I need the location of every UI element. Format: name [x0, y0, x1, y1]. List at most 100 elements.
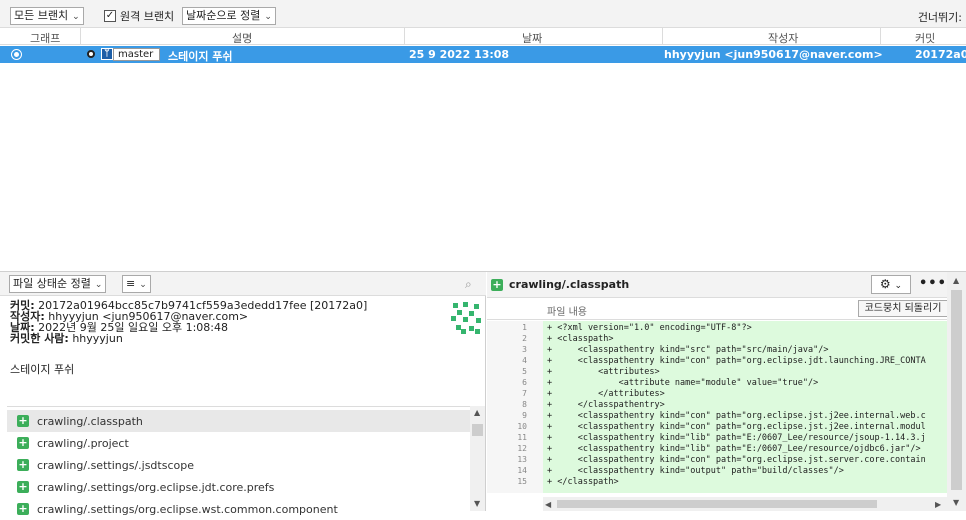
- scroll-up-icon[interactable]: ▲: [474, 408, 480, 417]
- diff-line[interactable]: + <classpathentry kind="lib" path="E:/06…: [547, 433, 926, 443]
- column-commit[interactable]: 커밋: [915, 30, 935, 46]
- diff-line[interactable]: + <classpathentry kind="con" path="org.e…: [547, 455, 926, 465]
- commit-full-message: 스테이지 푸쉬: [10, 363, 75, 376]
- file-added-icon: +: [491, 278, 503, 291]
- chevron-down-icon: ⌄: [894, 281, 903, 291]
- file-list-scrollbar[interactable]: ▲ ▼: [470, 406, 485, 511]
- gear-icon: ⚙: [879, 277, 891, 291]
- diff-header: + crawling/.classpath ⚙ ⌄ •••: [487, 272, 966, 298]
- diff-line[interactable]: + </classpath>: [547, 477, 619, 487]
- graph-node-icon: [87, 50, 95, 58]
- file-row[interactable]: + crawling/.project: [7, 432, 470, 454]
- column-date[interactable]: 날짜: [522, 30, 542, 46]
- chevron-down-icon: ⌄: [94, 280, 103, 290]
- commit-author: hhyyyjun <jun950617@naver.com>: [664, 48, 883, 61]
- line-number: 4: [522, 356, 527, 365]
- file-added-icon: +: [17, 436, 29, 449]
- file-path: crawling/.project: [37, 436, 129, 450]
- search-icon[interactable]: ⌕: [465, 277, 472, 292]
- file-added-icon: +: [17, 480, 29, 493]
- diff-line[interactable]: + <classpathentry kind="con" path="org.e…: [547, 411, 926, 421]
- scroll-left-icon[interactable]: ◀: [545, 500, 551, 509]
- column-author[interactable]: 작성자: [768, 30, 798, 46]
- branches-dropdown[interactable]: 모든 브랜치 ⌄: [10, 7, 84, 25]
- commit-hash: 20172a0: [915, 48, 966, 61]
- branches-dropdown-label: 모든 브랜치: [14, 9, 69, 22]
- diff-line[interactable]: + <classpath>: [547, 334, 614, 344]
- file-content-label: 파일 내용: [547, 307, 587, 318]
- view-mode-dropdown[interactable]: ≡ ⌄: [122, 275, 151, 293]
- commit-list-header: 그래프 설명 날짜 작성자 커밋: [0, 28, 966, 45]
- chevron-down-icon: ⌄: [139, 280, 147, 290]
- diff-line[interactable]: + <attribute name="module" value="true"/…: [547, 378, 818, 388]
- line-number: 12: [517, 444, 527, 453]
- diff-line[interactable]: + <classpathentry kind="con" path="org.e…: [547, 422, 926, 432]
- hunk-header: 파일 내용 코드뭉치 되돌리기: [487, 298, 966, 320]
- line-number: 13: [517, 455, 527, 464]
- author-avatar: [449, 300, 483, 334]
- file-added-icon: +: [17, 502, 29, 515]
- line-number: 14: [517, 466, 527, 475]
- scrollbar-thumb[interactable]: [951, 290, 962, 490]
- file-path: crawling/.settings/org.eclipse.wst.commo…: [37, 502, 338, 516]
- line-number: 8: [522, 400, 527, 409]
- column-graph[interactable]: 그래프: [30, 30, 60, 46]
- diff-line[interactable]: + <classpathentry kind="lib" path="E:/06…: [547, 444, 921, 454]
- file-row[interactable]: + crawling/.settings/.jsdtscope: [7, 454, 470, 476]
- diff-pane: + crawling/.classpath ⚙ ⌄ ••• 파일 내용 코드뭉치…: [487, 272, 966, 511]
- file-row[interactable]: + crawling/.settings/org.eclipse.wst.com…: [7, 498, 470, 520]
- file-path: crawling/.settings/org.eclipse.jdt.core.…: [37, 480, 275, 494]
- scrollbar-thumb[interactable]: [557, 500, 877, 508]
- diff-vertical-scrollbar[interactable]: ▲ ▼: [947, 272, 966, 511]
- revert-hunk-button[interactable]: 코드뭉치 되돌리기: [858, 300, 948, 317]
- line-number: 1: [522, 323, 527, 332]
- diff-horizontal-scrollbar[interactable]: ◀ ▶: [543, 497, 947, 511]
- list-view-icon: ≡: [126, 277, 136, 290]
- branch-label[interactable]: master: [113, 48, 160, 61]
- more-options-icon[interactable]: •••: [919, 276, 947, 291]
- history-toolbar: 모든 브랜치 ⌄ ✓ 원격 브랜치 날짜순으로 정렬 ⌄ 건너뛰기:: [0, 0, 966, 28]
- scrollbar-thumb[interactable]: [472, 424, 483, 436]
- diff-line[interactable]: + <classpathentry kind="con" path="org.e…: [547, 356, 926, 366]
- diff-file-title: crawling/.classpath: [509, 278, 630, 291]
- column-description[interactable]: 설명: [232, 30, 252, 46]
- commit-date: 25 9 2022 13:08: [409, 48, 510, 61]
- line-number-gutter: 1 2 3 4 5 6 7 8 9 10 11 12 13 14 15: [487, 321, 543, 493]
- remote-branches-label: 원격 브랜치: [120, 10, 175, 23]
- chevron-down-icon: ⌄: [264, 12, 272, 22]
- line-number: 3: [522, 345, 527, 354]
- file-row[interactable]: + crawling/.settings/org.eclipse.jdt.cor…: [7, 476, 470, 498]
- diff-line[interactable]: + <attributes>: [547, 367, 660, 377]
- line-number: 11: [517, 433, 527, 442]
- line-number: 2: [522, 334, 527, 343]
- file-row[interactable]: + crawling/.classpath: [7, 410, 470, 432]
- branch-icon: ᛘ: [101, 48, 113, 60]
- file-added-icon: +: [17, 458, 29, 471]
- sort-order-label: 날짜순으로 정렬: [186, 9, 261, 22]
- line-number: 10: [517, 422, 527, 431]
- remote-branches-checkbox[interactable]: ✓ 원격 브랜치: [104, 8, 174, 24]
- line-number: 9: [522, 411, 527, 420]
- diff-line[interactable]: + <?xml version="1.0" encoding="UTF-8"?>: [547, 323, 752, 333]
- working-copy-radio-icon: [11, 49, 22, 60]
- scroll-right-icon[interactable]: ▶: [935, 500, 941, 509]
- committer-value: hhyyyjun: [72, 332, 123, 345]
- diff-line[interactable]: + </classpathentry>: [547, 400, 665, 410]
- line-number: 6: [522, 378, 527, 387]
- scroll-up-icon[interactable]: ▲: [953, 276, 959, 285]
- diff-line[interactable]: + <classpathentry kind="output" path="bu…: [547, 466, 844, 476]
- file-added-icon: +: [17, 414, 29, 427]
- diff-line[interactable]: + </attributes>: [547, 389, 665, 399]
- diff-options-button[interactable]: ⚙ ⌄: [871, 275, 911, 294]
- line-number: 7: [522, 389, 527, 398]
- skip-label: 건너뛰기:: [917, 11, 962, 24]
- sort-order-dropdown[interactable]: 날짜순으로 정렬 ⌄: [182, 7, 276, 25]
- file-path: crawling/.settings/.jsdtscope: [37, 458, 194, 472]
- commit-row[interactable]: ᛘ master 스테이지 푸쉬 25 9 2022 13:08 hhyyyju…: [0, 46, 966, 63]
- line-number: 15: [517, 477, 527, 486]
- diff-line[interactable]: + <classpathentry kind="src" path="src/m…: [547, 345, 828, 355]
- file-sort-dropdown[interactable]: 파일 상태순 정렬 ⌄: [9, 275, 107, 293]
- scroll-down-icon[interactable]: ▼: [474, 499, 480, 508]
- scroll-down-icon[interactable]: ▼: [953, 498, 959, 507]
- changed-files-list: + crawling/.classpath + crawling/.projec…: [7, 406, 470, 516]
